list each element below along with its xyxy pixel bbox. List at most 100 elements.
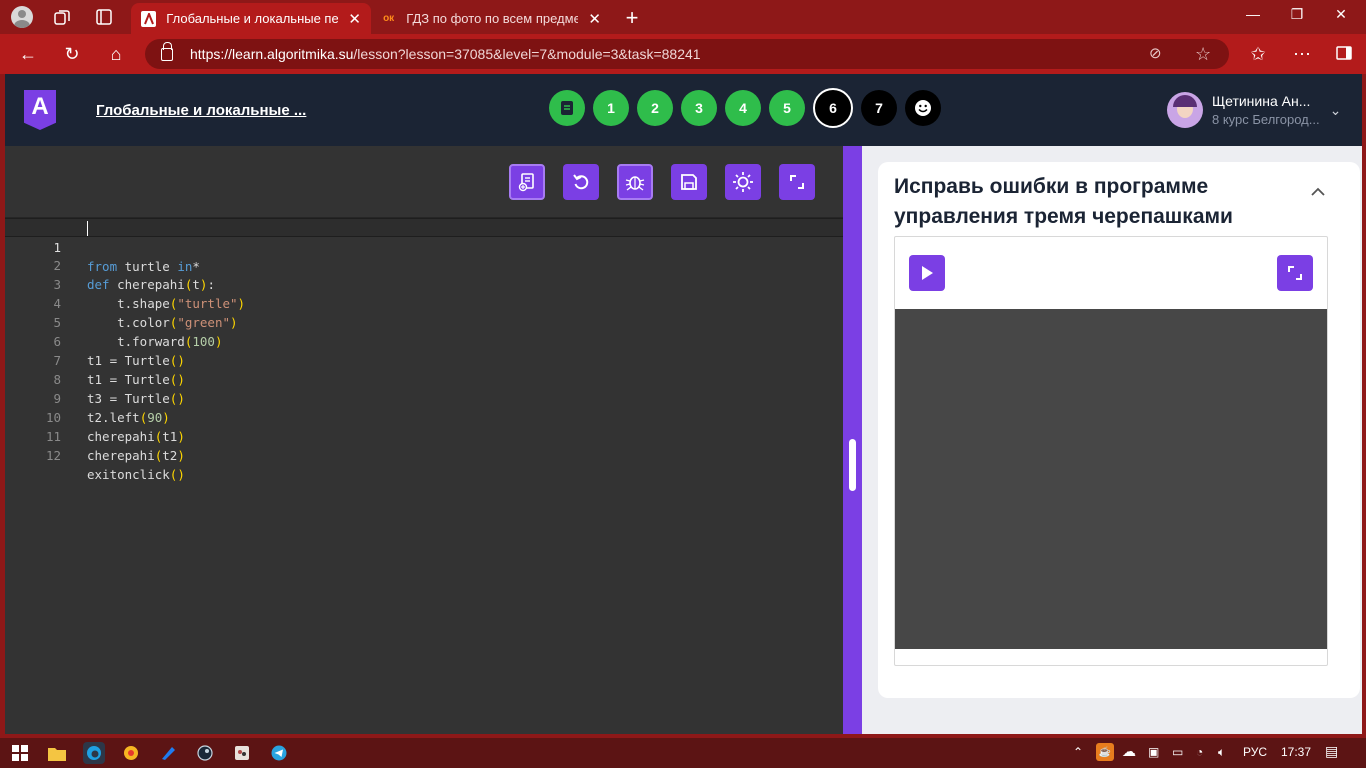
tab-actions-icon[interactable] <box>91 5 117 29</box>
url-field[interactable]: https://learn.algoritmika.su/lesson?less… <box>145 39 1229 69</box>
undo-button[interactable] <box>563 164 599 200</box>
step-feedback[interactable] <box>905 90 941 126</box>
save-button[interactable] <box>671 164 707 200</box>
java-icon[interactable]: ☕ <box>1096 743 1114 761</box>
tab-gdz[interactable]: ок ГДЗ по фото по всем предметам ✕ <box>371 3 611 34</box>
step-7[interactable]: 7 <box>861 90 897 126</box>
code-line[interactable]: 7 t1 = Turtle() <box>5 332 843 387</box>
code-line[interactable]: 2 def cherepahi(t): <box>5 237 843 292</box>
tab-title: ГДЗ по фото по всем предметам <box>406 11 579 26</box>
chevron-up-icon[interactable] <box>1310 184 1326 200</box>
battery-icon[interactable]: ▭ <box>1172 745 1183 759</box>
add-file-button[interactable] <box>509 164 545 200</box>
code-line[interactable]: 3 t.shape("turtle") <box>5 256 843 311</box>
step-2[interactable]: 2 <box>637 90 673 126</box>
step-3[interactable]: 3 <box>681 90 717 126</box>
back-icon[interactable]: ← <box>15 42 41 66</box>
yandex-browser-icon[interactable] <box>120 742 142 764</box>
favorite-star-icon[interactable]: ☆ <box>1195 39 1211 69</box>
close-icon[interactable]: ✕ <box>588 10 601 28</box>
smiley-icon <box>915 100 931 116</box>
code-line[interactable]: 5 t.forward(100) <box>5 294 843 349</box>
document-icon <box>561 101 573 115</box>
code-line[interactable]: 10 cherepahi(t1) <box>5 389 843 444</box>
code-line[interactable]: 1 from turtle in* <box>5 218 843 274</box>
add-file-icon <box>518 173 534 192</box>
address-bar-row: ← ↻ ⌂ https://learn.algoritmika.su/lesso… <box>0 34 1366 74</box>
tab-algoritmika[interactable]: Глобальные и локальные перем ✕ <box>131 3 371 34</box>
expand-icon <box>790 175 804 189</box>
minimize-icon[interactable]: — <box>1230 6 1276 22</box>
url-path: /lesson?lesson=37085&level=7&module=3&ta… <box>353 46 701 62</box>
debug-button[interactable] <box>617 164 653 200</box>
run-button[interactable] <box>909 255 945 291</box>
volume-muted-icon[interactable]: 🔈︎ <box>1218 745 1225 760</box>
browser-tab-bar: Глобальные и локальные перем ✕ ок ГДЗ по… <box>0 0 1366 34</box>
site-header: A Глобальные и локальные ... 1 2 3 4 5 6… <box>5 74 1362 146</box>
workspaces-icon[interactable] <box>49 5 75 29</box>
windows-taskbar: ⌃ ☕ ☁ ▣ ▭ ◔ 🔈︎ РУС 17:37 ▤ <box>0 738 1366 768</box>
expand-editor-button[interactable] <box>779 164 815 200</box>
file-explorer-icon[interactable] <box>46 742 68 764</box>
turtle-runner <box>894 236 1328 666</box>
notifications-icon[interactable]: ▤ <box>1325 743 1338 760</box>
tracking-icon[interactable]: ⊘ <box>1149 39 1162 69</box>
code-editor: 1 from turtle in* 2 def cherepahi(t): 3 … <box>5 146 843 734</box>
pen-app-icon[interactable] <box>157 742 179 764</box>
user-name: Щетинина Ан... <box>1212 93 1311 109</box>
line-text: cherepahi(t2) <box>87 448 185 463</box>
code-line[interactable]: 12 exitonclick() <box>5 427 843 482</box>
step-intro[interactable] <box>549 90 585 126</box>
restore-icon[interactable]: ❐ <box>1274 6 1320 23</box>
turtle-canvas[interactable] <box>895 309 1327 649</box>
code-line[interactable]: 8 t3 = Turtle() <box>5 351 843 406</box>
theme-toggle-button[interactable] <box>725 164 761 200</box>
clock[interactable]: 17:37 <box>1281 745 1311 759</box>
refresh-icon[interactable]: ↻ <box>59 42 85 66</box>
code-area[interactable]: 1 from turtle in* 2 def cherepahi(t): 3 … <box>5 218 843 482</box>
game-app-icon[interactable] <box>231 742 253 764</box>
task-title: Исправь ошибки в программе управления тр… <box>894 175 1233 228</box>
lock-icon[interactable] <box>161 41 173 61</box>
step-4[interactable]: 4 <box>725 90 761 126</box>
step-1[interactable]: 1 <box>593 90 629 126</box>
lesson-title-link[interactable]: Глобальные и локальные ... <box>96 102 306 119</box>
panel-splitter[interactable] <box>843 146 862 734</box>
new-tab-icon[interactable]: + <box>620 5 644 31</box>
wifi-icon[interactable]: ◔ <box>1196 745 1203 759</box>
expand-icon <box>1288 266 1302 280</box>
telegram-icon[interactable] <box>268 742 290 764</box>
chevron-down-icon[interactable]: ⌄ <box>1330 102 1342 119</box>
task-card: Исправь ошибки в программе управления тр… <box>878 162 1360 698</box>
code-line[interactable]: 9 t2.left(90) <box>5 370 843 425</box>
algoritmika-logo[interactable]: A <box>24 90 56 130</box>
meet-icon[interactable]: ▣ <box>1148 745 1159 759</box>
favorites-icon[interactable]: ✩ <box>1245 42 1271 66</box>
home-icon[interactable]: ⌂ <box>103 42 129 66</box>
edge-icon[interactable] <box>83 742 105 764</box>
drag-handle[interactable] <box>849 439 856 491</box>
steam-icon[interactable] <box>194 742 216 764</box>
input-language[interactable]: РУС <box>1243 745 1267 759</box>
code-line[interactable]: 4 t.color("green") <box>5 275 843 330</box>
ok-favicon: ок <box>383 13 395 24</box>
close-icon[interactable]: ✕ <box>348 10 361 28</box>
chevron-up-icon[interactable]: ⌃ <box>1073 745 1083 759</box>
code-line[interactable]: 6 t1 = Turtle() <box>5 313 843 368</box>
avatar <box>1167 92 1203 128</box>
more-icon[interactable]: ⋯ <box>1289 42 1315 66</box>
windows-start-icon[interactable] <box>9 742 31 764</box>
algoritmika-favicon <box>141 10 157 27</box>
onedrive-icon[interactable]: ☁ <box>1122 743 1136 760</box>
sidebar-icon[interactable] <box>1331 42 1357 66</box>
user-course: 8 курс Белгород... <box>1212 112 1320 127</box>
window-close-icon[interactable]: ✕ <box>1318 6 1364 23</box>
code-line[interactable]: 11 cherepahi(t2) <box>5 408 843 463</box>
expand-runner-button[interactable] <box>1277 255 1313 291</box>
step-5[interactable]: 5 <box>769 90 805 126</box>
profile-icon[interactable] <box>9 5 35 29</box>
user-menu[interactable]: Щетинина Ан... 8 курс Белгород... ⌄ <box>1167 92 1341 128</box>
save-icon <box>681 174 697 190</box>
step-6[interactable]: 6 <box>813 88 853 128</box>
play-icon <box>922 266 933 280</box>
